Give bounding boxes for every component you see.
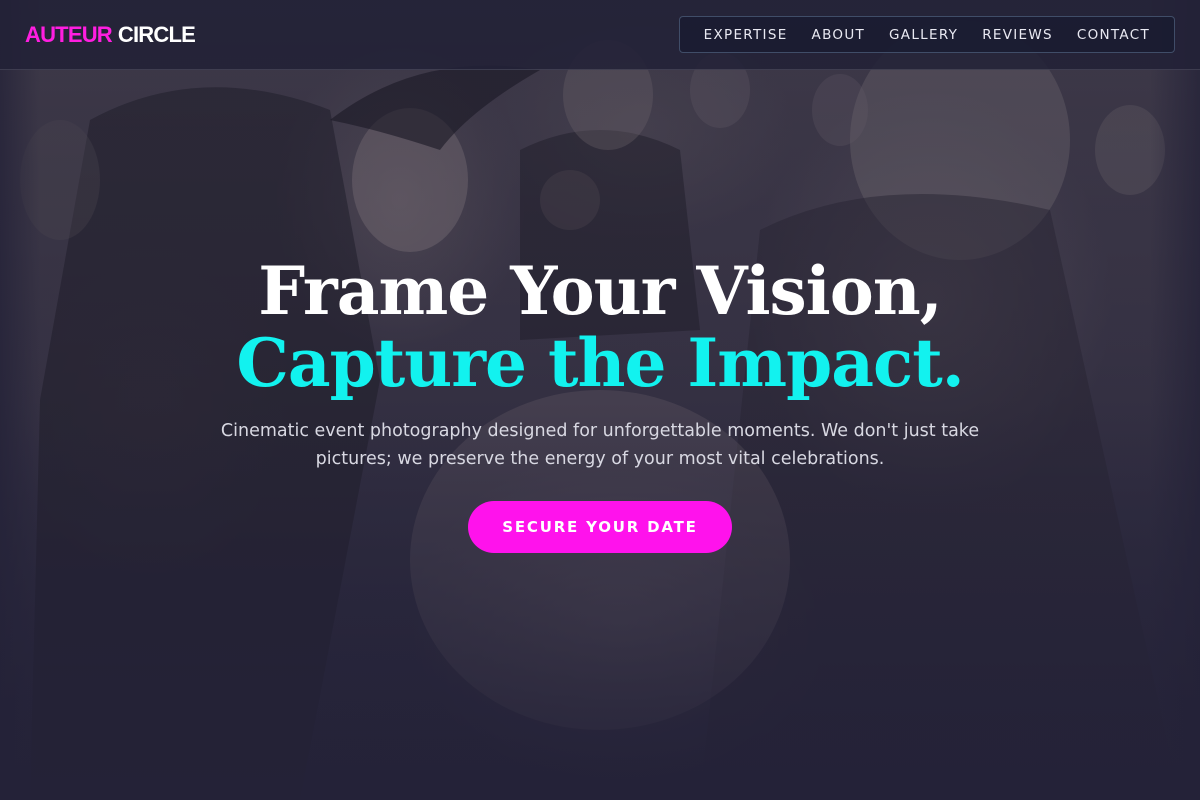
nav-item-expertise[interactable]: EXPERTISE [692, 27, 800, 43]
nav-item-gallery[interactable]: GALLERY [877, 27, 970, 43]
headline-line-2: Capture the Impact. [236, 324, 964, 402]
hero-subtitle: Cinematic event photography designed for… [220, 421, 980, 469]
hero-headline: Frame Your Vision, Capture the Impact. [0, 255, 1200, 399]
logo[interactable]: AUTEUR CIRCLE [25, 21, 196, 48]
logo-accent-text: AUTEUR [25, 21, 113, 47]
headline-line-1: Frame Your Vision, [258, 252, 943, 330]
nav-item-contact[interactable]: CONTACT [1065, 27, 1162, 43]
nav-item-reviews[interactable]: REVIEWS [970, 27, 1065, 43]
site-header: AUTEUR CIRCLE EXPERTISE ABOUT GALLERY RE… [0, 0, 1200, 70]
main-nav: EXPERTISE ABOUT GALLERY REVIEWS CONTACT [678, 16, 1175, 53]
page: AUTEUR CIRCLE EXPERTISE ABOUT GALLERY RE… [0, 0, 1200, 800]
secure-date-button[interactable]: SECURE YOUR DATE [468, 501, 732, 553]
logo-main-text: CIRCLE [117, 21, 196, 47]
hero-section: Frame Your Vision, Capture the Impact. C… [0, 255, 1200, 553]
nav-item-about[interactable]: ABOUT [800, 27, 878, 43]
